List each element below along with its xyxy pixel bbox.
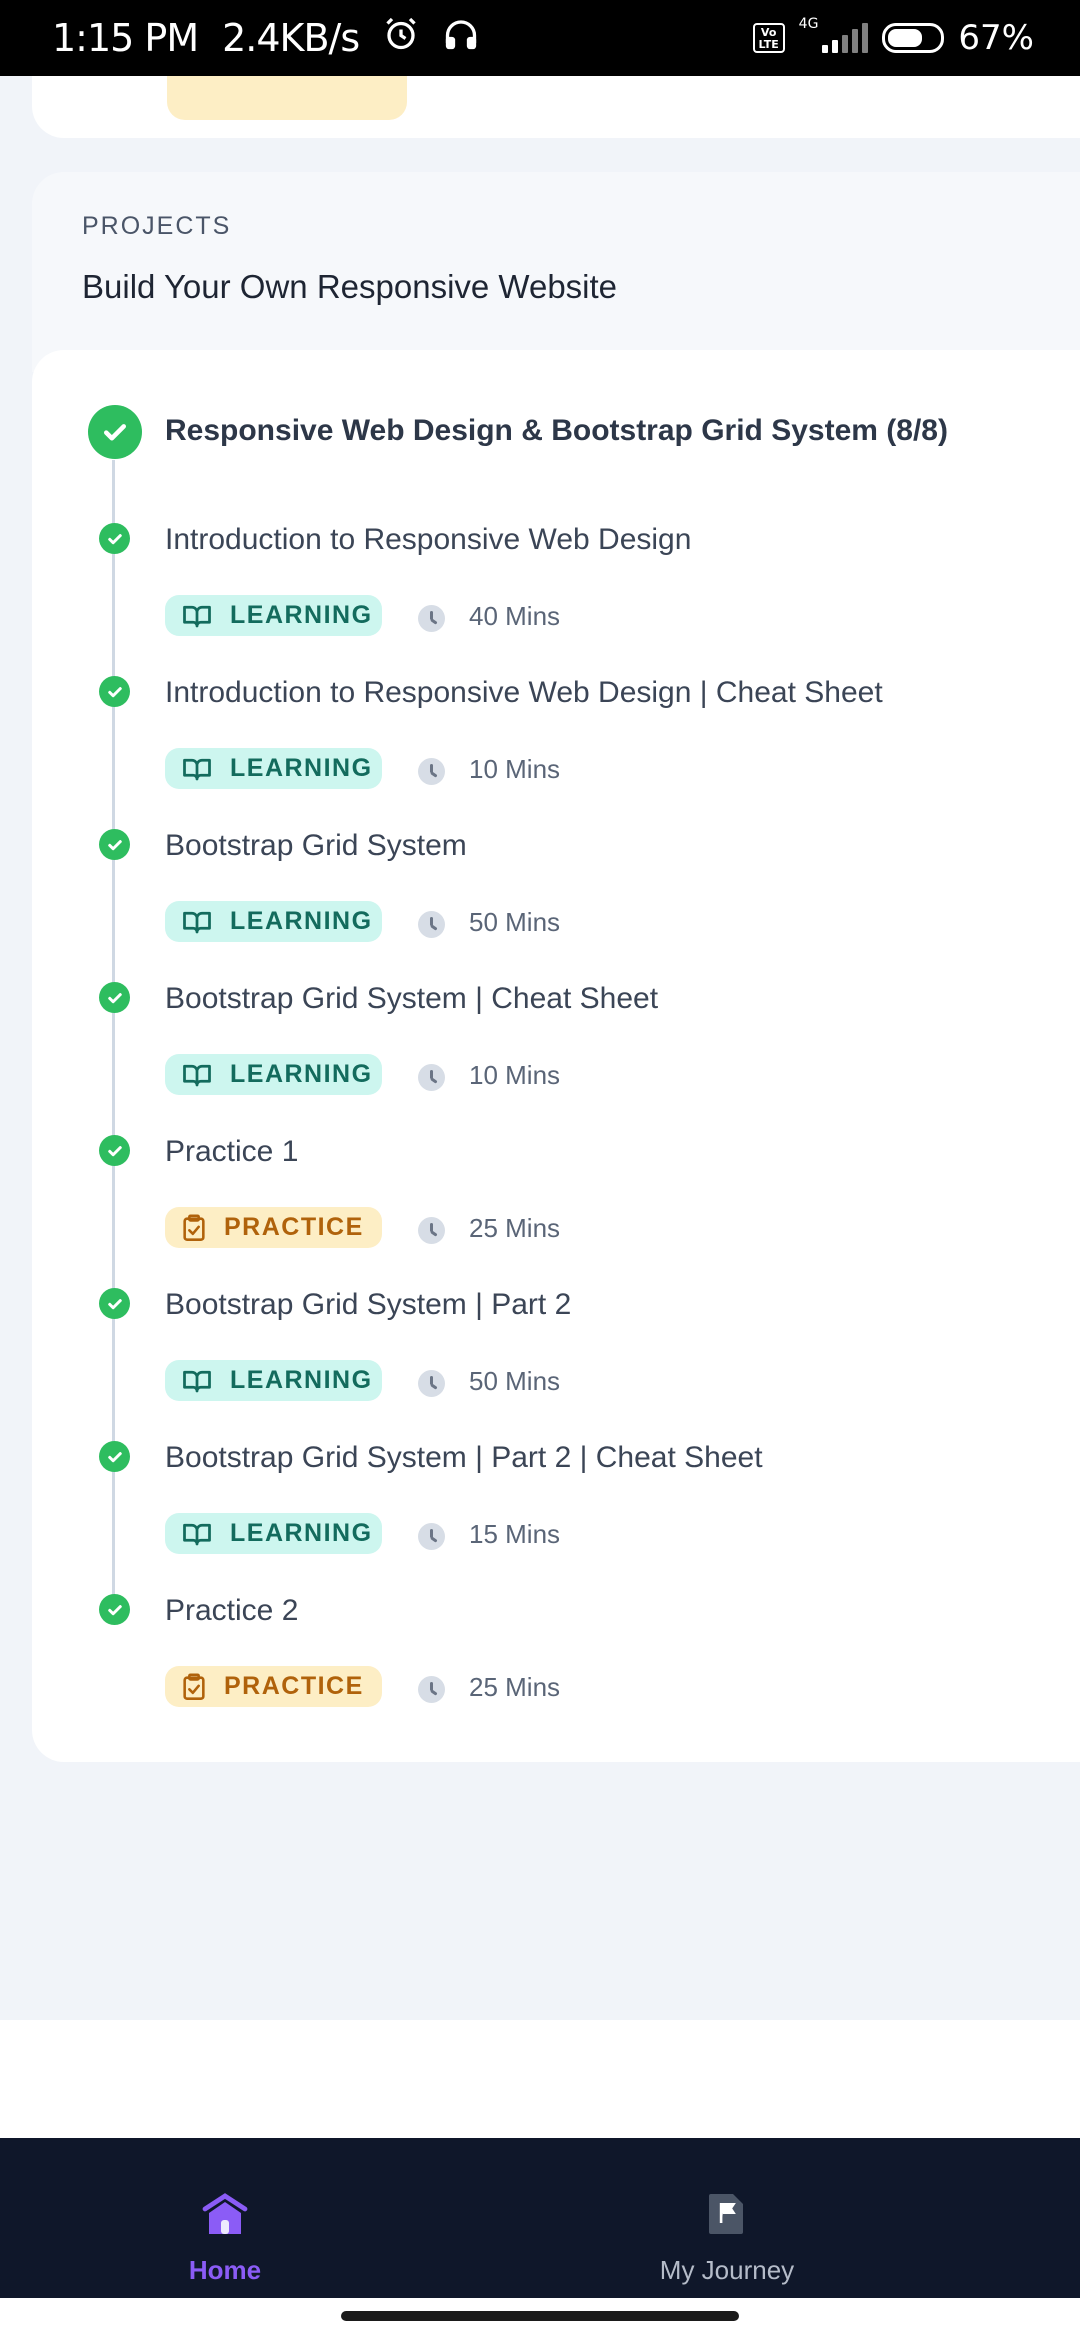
topic-duration: 15 Mins bbox=[469, 1519, 561, 1549]
topic-name[interactable]: Introduction to Responsive Web Design bbox=[165, 523, 691, 557]
battery-icon bbox=[882, 23, 945, 53]
list-item[interactable]: Bootstrap Grid System | Part 2 | Cheat S… bbox=[0, 1441, 1080, 1595]
clipboard-icon bbox=[182, 1672, 206, 1701]
signal-icon bbox=[822, 23, 869, 53]
journey-flag-icon bbox=[707, 2190, 747, 2241]
topic-name[interactable]: Bootstrap Grid System | Part 2 bbox=[165, 1288, 571, 1322]
topic-duration: 50 Mins bbox=[469, 1366, 561, 1396]
module-complete-check-icon bbox=[88, 405, 142, 459]
topic-duration: 25 Mins bbox=[469, 1213, 561, 1243]
list-item[interactable]: Introduction to Responsive Web Design LEA… bbox=[0, 523, 1080, 677]
badge-label: LEARNING bbox=[230, 1519, 373, 1547]
list-item[interactable]: Bootstrap Grid System LEARNING 50 Mins bbox=[0, 829, 1080, 983]
spacer bbox=[0, 2020, 1080, 2138]
list-item[interactable]: Bootstrap Grid System | Cheat Sheet LEARN… bbox=[0, 982, 1080, 1136]
badge-label: LEARNING bbox=[230, 1366, 373, 1394]
topic-duration: 10 Mins bbox=[469, 754, 561, 784]
status-speed: 2.4KB/s bbox=[222, 16, 360, 60]
badge-remnant bbox=[167, 70, 407, 120]
network-type: 4G bbox=[798, 16, 819, 32]
badge-label: LEARNING bbox=[230, 601, 373, 629]
topic-name[interactable]: Practice 1 bbox=[165, 1135, 298, 1169]
topic-duration: 10 Mins bbox=[469, 1060, 561, 1090]
badge-label: LEARNING bbox=[230, 907, 373, 935]
badge-label: PRACTICE bbox=[224, 1213, 364, 1241]
topic-duration: 50 Mins bbox=[469, 907, 561, 937]
book-icon bbox=[182, 1368, 212, 1394]
volte-icon: Vo LTE bbox=[752, 23, 785, 53]
book-icon bbox=[182, 603, 212, 629]
badge-label: PRACTICE bbox=[224, 1672, 364, 1700]
list-item[interactable]: Practice 1 PRACTICE 25 Mins bbox=[0, 1135, 1080, 1289]
clock-icon bbox=[418, 1676, 445, 1703]
nav-home-label: Home bbox=[188, 2255, 262, 2285]
clock-icon bbox=[418, 1370, 445, 1397]
clock-icon bbox=[418, 1217, 445, 1244]
complete-check-icon bbox=[99, 982, 130, 1013]
learning-badge: LEARNING bbox=[165, 748, 382, 789]
gesture-home-bar[interactable] bbox=[341, 2311, 739, 2321]
learning-badge: LEARNING bbox=[165, 1360, 382, 1401]
module-title[interactable]: Responsive Web Design & Bootstrap Grid S… bbox=[165, 414, 948, 448]
complete-check-icon bbox=[99, 523, 130, 554]
practice-badge: PRACTICE bbox=[165, 1666, 382, 1707]
list-item[interactable]: Introduction to Responsive Web Design | … bbox=[0, 676, 1080, 830]
topic-name[interactable]: Introduction to Responsive Web Design | … bbox=[165, 676, 883, 710]
complete-check-icon bbox=[99, 676, 130, 707]
list-item[interactable]: Bootstrap Grid System | Part 2 LEARNING 50… bbox=[0, 1288, 1080, 1442]
complete-check-icon bbox=[99, 1135, 130, 1166]
complete-check-icon bbox=[99, 829, 130, 860]
book-icon bbox=[182, 1521, 212, 1547]
status-bar: 1:15 PM 2.4KB/s Vo LTE 4G 67% bbox=[0, 0, 1080, 76]
bottom-navigation: Home My Journey bbox=[0, 2138, 1080, 2298]
learning-badge: LEARNING bbox=[165, 595, 382, 636]
complete-check-icon bbox=[99, 1594, 130, 1625]
clock-icon bbox=[418, 758, 445, 785]
learning-badge: LEARNING bbox=[165, 1054, 382, 1095]
topic-name[interactable]: Bootstrap Grid System | Cheat Sheet bbox=[165, 982, 658, 1016]
clock-icon bbox=[418, 605, 445, 632]
book-icon bbox=[182, 1062, 212, 1088]
complete-check-icon bbox=[99, 1441, 130, 1472]
topic-name[interactable]: Bootstrap Grid System bbox=[165, 829, 467, 863]
clock-icon bbox=[418, 1064, 445, 1091]
topic-name[interactable]: Bootstrap Grid System | Part 2 | Cheat S… bbox=[165, 1441, 763, 1475]
clock-icon bbox=[418, 1523, 445, 1550]
learning-badge: LEARNING bbox=[165, 901, 382, 942]
learning-badge: LEARNING bbox=[165, 1513, 382, 1554]
project-title: Build Your Own Responsive Website bbox=[82, 268, 618, 305]
badge-label: LEARNING bbox=[230, 1060, 373, 1088]
topic-duration: 40 Mins bbox=[469, 601, 561, 631]
book-icon bbox=[182, 909, 212, 935]
badge-label: LEARNING bbox=[230, 754, 373, 782]
clock-icon bbox=[418, 911, 445, 938]
nav-journey-tab[interactable]: My Journey bbox=[620, 2190, 834, 2286]
complete-check-icon bbox=[99, 1288, 130, 1319]
home-icon bbox=[201, 2190, 249, 2241]
clipboard-icon bbox=[182, 1213, 206, 1242]
list-item[interactable]: Practice 2 PRACTICE 25 Mins bbox=[0, 1594, 1080, 1748]
nav-home-tab[interactable]: Home bbox=[160, 2190, 290, 2286]
nav-journey-label: My Journey bbox=[659, 2255, 795, 2285]
page-background bbox=[0, 1762, 1080, 2020]
practice-badge: PRACTICE bbox=[165, 1207, 382, 1248]
status-time: 1:15 PM bbox=[52, 16, 199, 60]
topic-duration: 25 Mins bbox=[469, 1672, 561, 1702]
alarm-icon bbox=[383, 16, 419, 61]
headphones-icon bbox=[443, 16, 479, 61]
project-kicker: PROJECTS bbox=[82, 212, 232, 240]
battery-percent: 67% bbox=[958, 18, 1034, 58]
book-icon bbox=[182, 756, 212, 782]
topic-name[interactable]: Practice 2 bbox=[165, 1594, 298, 1628]
